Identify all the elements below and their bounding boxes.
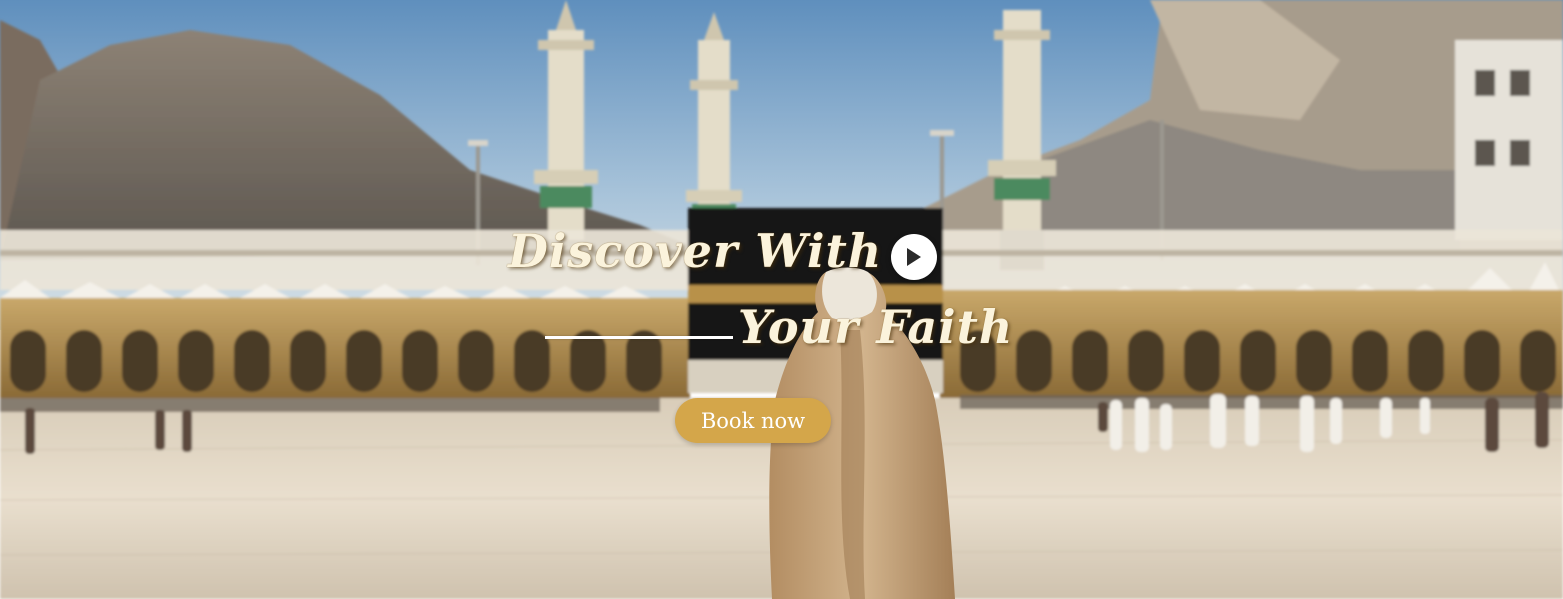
hero-banner: Discover With Your Faith Book now bbox=[0, 0, 1563, 599]
hero-headline-line2: Your Faith bbox=[738, 300, 1014, 354]
play-video-button[interactable] bbox=[891, 234, 937, 280]
hero-headline-line1: Discover With bbox=[508, 224, 883, 278]
headline-divider bbox=[545, 336, 733, 339]
book-now-button[interactable]: Book now bbox=[675, 398, 831, 443]
play-icon bbox=[907, 248, 921, 266]
